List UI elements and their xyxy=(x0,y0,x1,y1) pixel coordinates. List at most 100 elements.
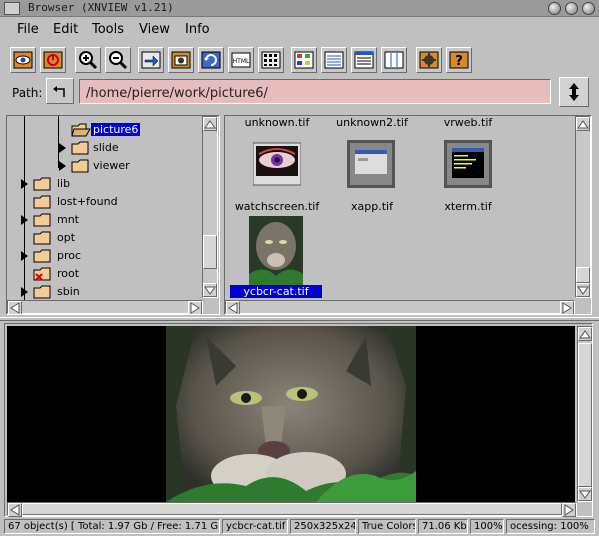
window-menu-icon[interactable] xyxy=(4,2,20,15)
expand-arrow-icon[interactable] xyxy=(21,251,28,261)
tree-item-slide[interactable]: slide xyxy=(59,139,199,157)
menu-edit[interactable]: Edit xyxy=(53,22,78,37)
down-arrow-icon xyxy=(577,286,589,295)
path-input[interactable]: /home/pierre/work/picture6/ xyxy=(79,79,551,104)
settings-button[interactable] xyxy=(416,47,442,73)
tree-item-picture6[interactable]: picture6 xyxy=(67,121,207,139)
list-button[interactable] xyxy=(351,47,377,73)
scroll-left-button[interactable] xyxy=(226,301,240,314)
down-arrow-icon xyxy=(579,490,591,499)
scroll-up-button[interactable] xyxy=(203,117,217,131)
details-icon xyxy=(324,51,344,69)
menu-tools[interactable]: Tools xyxy=(92,22,124,37)
expand-arrow-icon[interactable] xyxy=(21,287,28,297)
open-button[interactable] xyxy=(138,47,164,73)
zoom-out-button[interactable] xyxy=(105,47,131,73)
tree-item-label: root xyxy=(57,267,80,280)
expand-arrow-icon[interactable] xyxy=(21,215,28,225)
left-arrow-icon xyxy=(10,504,20,516)
thumbnail-view[interactable]: unknown.tif unknown2.tif vrweb.tif watch… xyxy=(224,115,592,315)
preview-vertical-scrollbar[interactable] xyxy=(577,326,593,502)
thumbnail-horizontal-scrollbar[interactable] xyxy=(225,300,575,314)
thumbnail-watchscreen[interactable] xyxy=(253,140,301,188)
help-button[interactable]: ? xyxy=(446,47,472,73)
tree-item-mnt[interactable]: mnt xyxy=(21,211,201,229)
scroll-down-button[interactable] xyxy=(203,283,217,297)
thumbnail-label[interactable]: xterm.tif xyxy=(418,200,518,213)
menu-file[interactable]: File xyxy=(17,22,39,37)
scroll-down-button[interactable] xyxy=(576,283,590,297)
settings-icon xyxy=(419,51,439,69)
minimize-button[interactable] xyxy=(548,2,561,15)
zoom-in-icon xyxy=(79,51,98,70)
thumbnail-label[interactable]: unknown2.tif xyxy=(322,116,422,129)
camera-icon xyxy=(171,51,191,69)
tree-horizontal-scrollbar[interactable] xyxy=(7,300,203,314)
menu-info[interactable]: Info xyxy=(185,22,210,37)
thumbnail-label[interactable]: xapp.tif xyxy=(322,200,422,213)
scroll-right-button[interactable] xyxy=(562,503,576,517)
thumbnail-label[interactable]: watchscreen.tif xyxy=(227,200,327,213)
eye-button[interactable] xyxy=(10,47,36,73)
scroll-left-button[interactable] xyxy=(8,503,22,517)
thumbnail-label-selected[interactable]: ycbcr-cat.tif xyxy=(230,285,322,298)
thumbnail-ycbcr-cat[interactable] xyxy=(249,216,303,286)
columns-button[interactable] xyxy=(381,47,407,73)
thumbnail-label[interactable]: unknown.tif xyxy=(227,116,327,129)
maximize-button[interactable] xyxy=(565,2,578,15)
swap-icon xyxy=(569,83,579,101)
thumbnail-xterm[interactable] xyxy=(444,140,492,188)
capture-button[interactable] xyxy=(168,47,194,73)
title-bar[interactable]: Browser (XNVIEW v1.21) xyxy=(0,0,599,17)
scroll-thumb[interactable] xyxy=(22,503,562,515)
scroll-right-button[interactable] xyxy=(560,301,574,314)
thumbnail-label[interactable]: vrweb.tif xyxy=(418,116,518,129)
scroll-right-button[interactable] xyxy=(188,301,202,314)
thumbnails-button[interactable] xyxy=(291,47,317,73)
tree-item-root[interactable]: root xyxy=(21,265,201,283)
up-arrow-icon xyxy=(53,86,65,97)
tree-item-opt[interactable]: opt xyxy=(21,229,201,247)
scroll-up-button[interactable] xyxy=(578,327,592,341)
status-processing: ocessing: 100% xyxy=(506,519,595,534)
tree-item-label: proc xyxy=(57,249,82,262)
menu-view[interactable]: View xyxy=(139,22,170,37)
expand-arrow-icon[interactable] xyxy=(59,143,66,153)
tree-item-viewer[interactable]: viewer xyxy=(59,157,199,175)
folder-tree[interactable]: picture6 slide viewer lib lost+found mnt… xyxy=(6,115,220,315)
refresh-button[interactable] xyxy=(198,47,224,73)
thumbnail-xapp[interactable] xyxy=(347,140,395,188)
path-go-button[interactable] xyxy=(559,77,589,107)
preview-horizontal-scrollbar[interactable] xyxy=(7,502,577,517)
down-arrow-icon xyxy=(204,286,216,295)
scroll-thumb[interactable] xyxy=(203,235,217,269)
preview-image-cougar xyxy=(166,326,416,502)
folder-icon xyxy=(71,141,89,155)
close-button[interactable] xyxy=(582,2,595,15)
locked-folder-icon xyxy=(33,267,51,281)
scroll-down-button[interactable] xyxy=(578,487,592,501)
scroll-thumb[interactable] xyxy=(576,267,590,283)
html-button[interactable]: HTML xyxy=(228,47,254,73)
tree-item-proc[interactable]: proc xyxy=(21,247,201,265)
tree-item-lost-found[interactable]: lost+found xyxy=(21,193,201,211)
expand-arrow-icon[interactable] xyxy=(59,161,66,171)
columns-icon xyxy=(384,51,404,69)
zoom-in-button[interactable] xyxy=(75,47,101,73)
tree-item-lib[interactable]: lib xyxy=(21,175,201,193)
quit-button[interactable] xyxy=(40,47,66,73)
menu-bar: File Edit Tools View Info xyxy=(0,17,599,41)
tree-item-sbin[interactable]: sbin xyxy=(21,283,201,301)
grid-view-button[interactable] xyxy=(258,47,284,73)
scroll-up-button[interactable] xyxy=(576,117,590,131)
expand-arrow-icon[interactable] xyxy=(21,179,28,189)
status-objects: 67 object(s) [ Total: 1.97 Gb / Free: 1.… xyxy=(4,519,220,534)
image-preview[interactable] xyxy=(4,323,593,517)
scroll-left-button[interactable] xyxy=(8,301,22,314)
tree-vertical-scrollbar[interactable] xyxy=(202,116,218,298)
thumbnail-vertical-scrollbar[interactable] xyxy=(575,116,591,298)
scroll-thumb[interactable] xyxy=(578,343,592,487)
details-button[interactable] xyxy=(321,47,347,73)
pane-splitter[interactable] xyxy=(0,317,599,321)
parent-folder-button[interactable] xyxy=(46,78,74,104)
